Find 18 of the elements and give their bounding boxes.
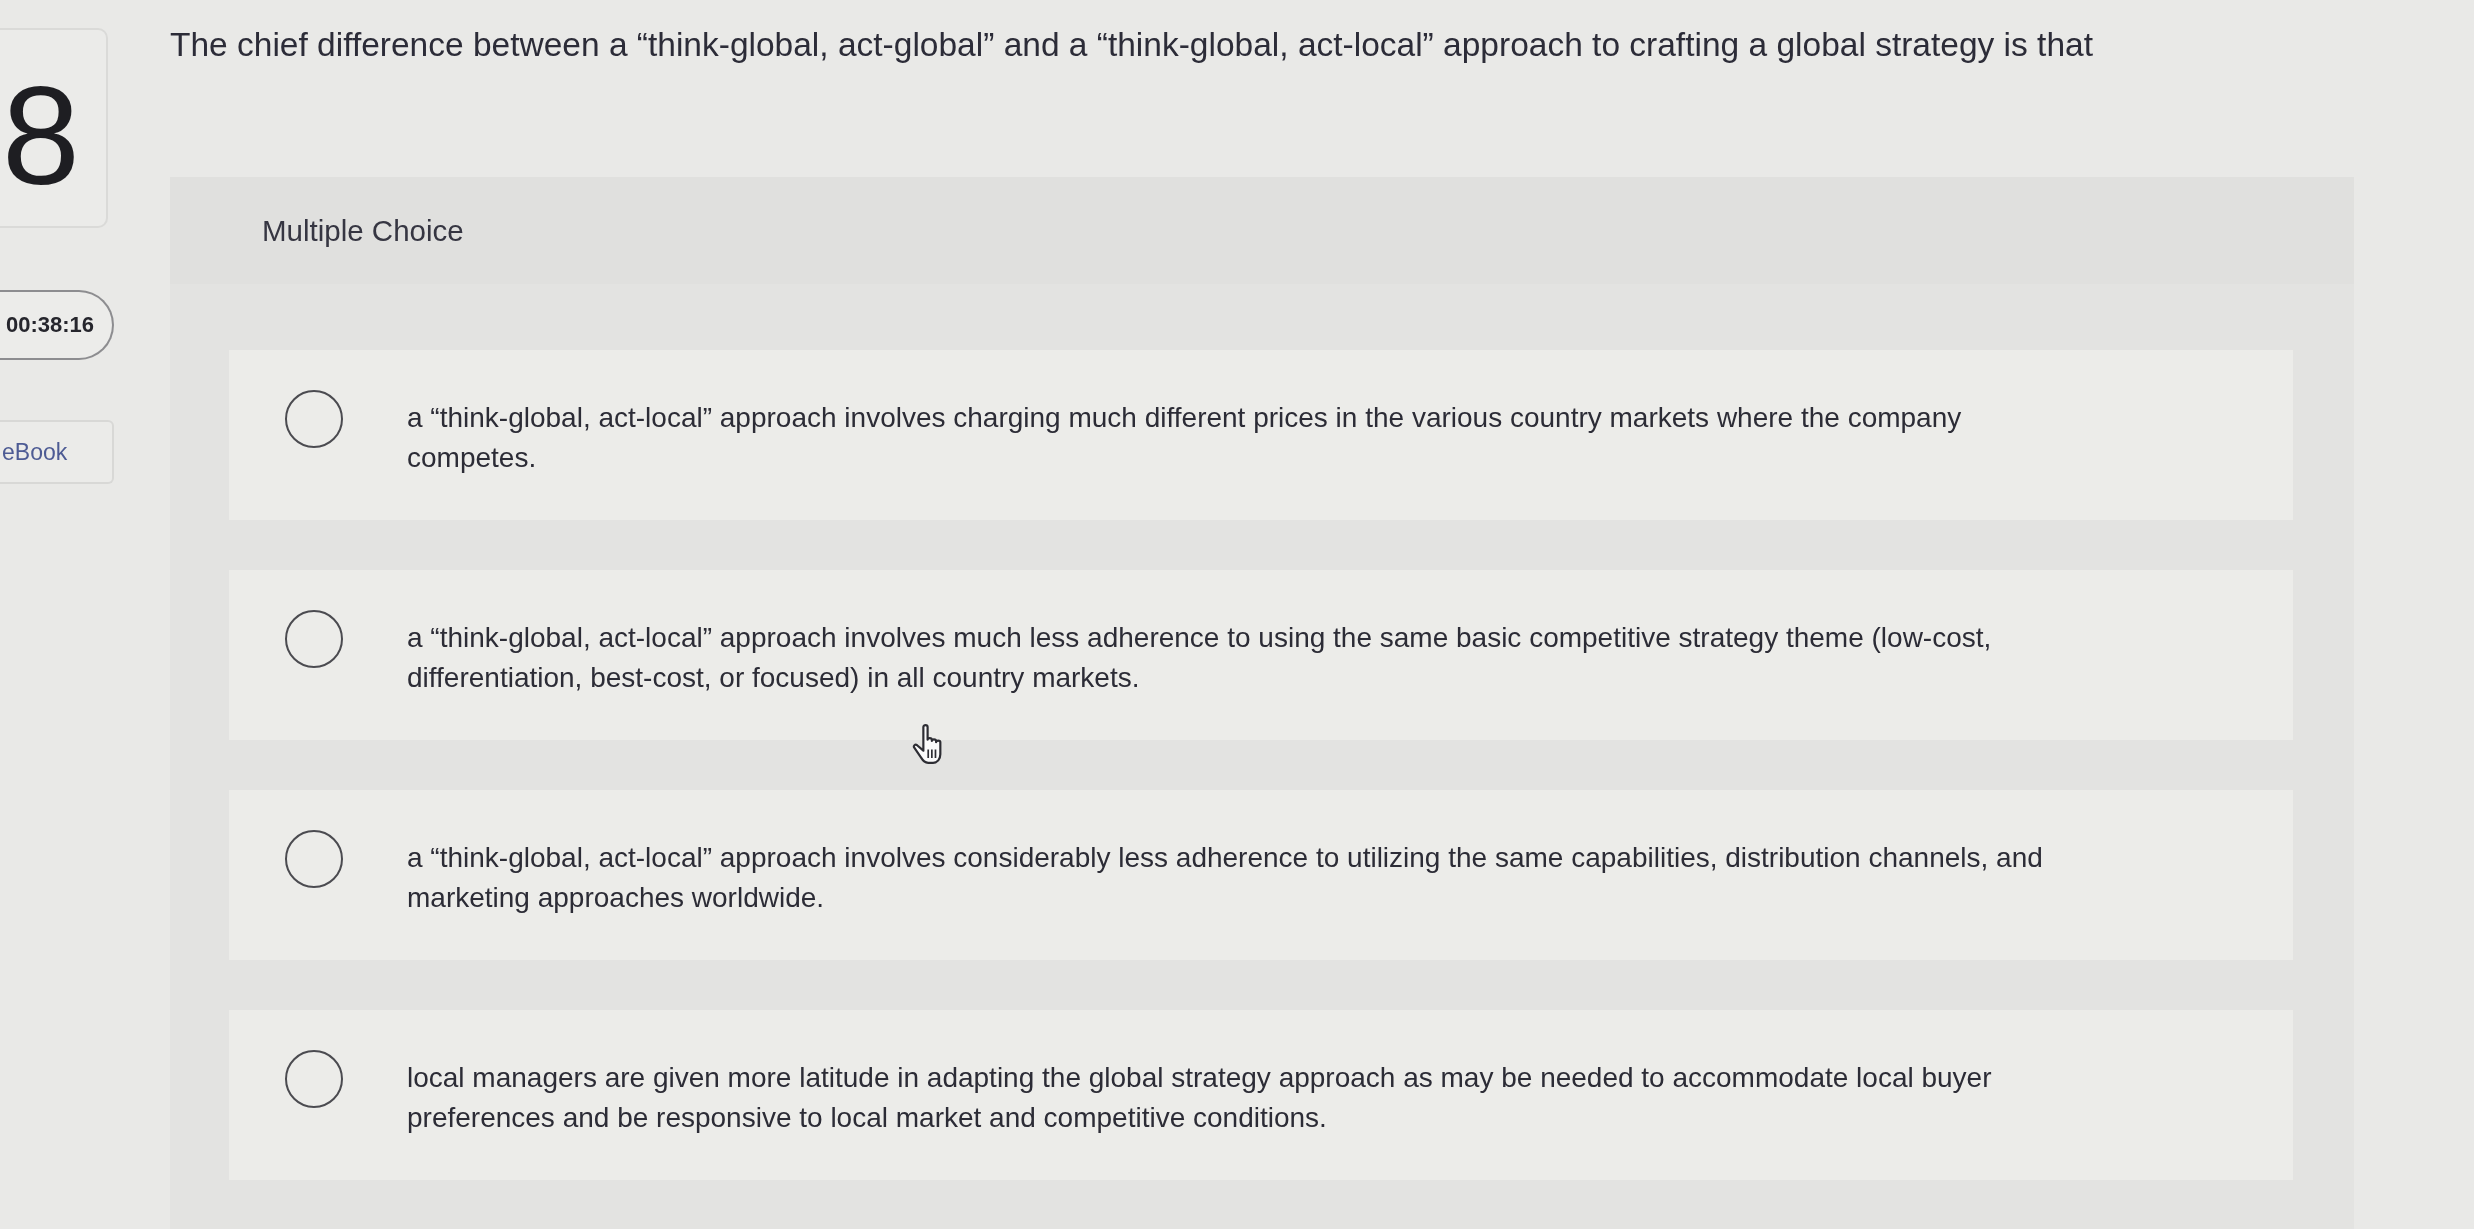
hand-pointer-icon bbox=[912, 724, 942, 764]
answer-option[interactable]: a “think-global, act-local” approach involves charging much different prices in the various country markets where the company competes. bbox=[229, 350, 2293, 520]
radio-button[interactable] bbox=[285, 830, 343, 888]
question-number: 8 bbox=[2, 66, 80, 206]
question-text: The chief difference between a “think-global, act-global” and a “think-global, act-local” approach to crafting a global strategy is that bbox=[170, 26, 2093, 63]
answer-option[interactable]: a “think-global, act-local” approach involves much less adherence to using the same basic competitive strategy theme (low-cost, differentiation, best-cost, or focused) in all country markets. bbox=[229, 570, 2293, 740]
radio-button[interactable] bbox=[285, 610, 343, 668]
option-text: local managers are given more latitude in adapting the global strategy approach as may be needed to accommodate local buyer preferences and be responsive to local market and competitive conditions. bbox=[407, 1061, 1993, 1135]
timer[interactable]: 00:38:16 bbox=[0, 290, 114, 360]
answer-option[interactable]: local managers are given more latitude in adapting the global strategy approach as may be needed to accommodate local buyer preferences and be responsive to local market and competitive conditions. bbox=[229, 1010, 2293, 1180]
radio-button[interactable] bbox=[285, 1050, 343, 1108]
radio-button[interactable] bbox=[285, 390, 343, 448]
option-text: a “think-global, act-local” approach involves charging much different prices in the various country markets where the company competes. bbox=[407, 401, 1963, 475]
answer-option[interactable]: a “think-global, act-local” approach involves considerably less adherence to utilizing the same capabilities, distribution channels, and marketing approaches worldwide. bbox=[229, 790, 2293, 960]
question-type-label: Multiple Choice bbox=[262, 213, 464, 248]
option-text: a “think-global, act-local” approach involves much less adherence to using the same basic competitive strategy theme (low-cost, differentiation, best-cost, or focused) in all country markets. bbox=[407, 621, 1993, 695]
option-text: a “think-global, act-local” approach involves considerably less adherence to utilizing the same capabilities, distribution channels, and marketing approaches worldwide. bbox=[407, 841, 2044, 915]
ebook-button[interactable]: eBook bbox=[0, 420, 114, 484]
